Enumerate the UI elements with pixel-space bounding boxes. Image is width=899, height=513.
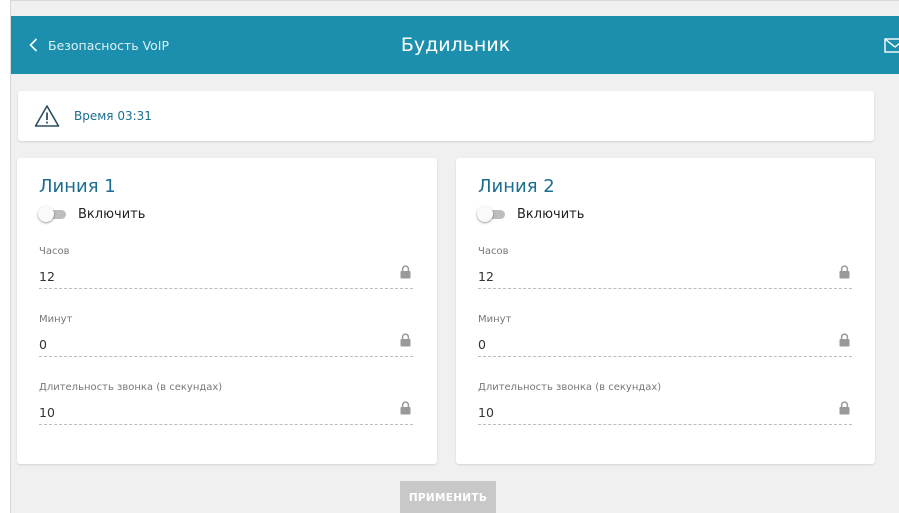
apply-button[interactable]: ПРИМЕНИТЬ (400, 481, 496, 513)
enable-toggle[interactable]: Включить (38, 206, 145, 222)
line-1-card: Линия 1 Включить Часов 12 Минут 0 Длител… (17, 158, 437, 464)
toggle-knob (38, 206, 54, 222)
toggle-switch[interactable] (38, 206, 68, 222)
duration-input[interactable]: 10 (39, 401, 413, 425)
minutes-value: 0 (478, 337, 486, 352)
duration-value: 10 (39, 405, 55, 420)
line-2-card: Линия 2 Включить Часов 12 Минут 0 Длител… (456, 158, 875, 464)
minutes-label: Минут (39, 314, 73, 325)
hours-field: Часов 12 (39, 246, 413, 289)
toggle-label: Включить (517, 206, 585, 222)
hours-label: Часов (39, 246, 70, 257)
time-alert: Время 03:31 (18, 91, 874, 141)
duration-value: 10 (478, 405, 494, 420)
minutes-label: Минут (478, 314, 512, 325)
duration-field: Длительность звонка (в секундах) 10 (39, 382, 413, 425)
hours-label: Часов (478, 246, 509, 257)
duration-label: Длительность звонка (в секундах) (39, 382, 223, 393)
toggle-label: Включить (78, 206, 146, 222)
hours-input[interactable]: 12 (478, 265, 852, 289)
top-bar: Безопасность VoIP Будильник (11, 16, 899, 74)
minutes-value: 0 (39, 337, 47, 352)
mail-icon[interactable] (884, 38, 899, 53)
lock-icon (839, 401, 850, 415)
lock-icon (400, 333, 411, 347)
lock-icon (839, 333, 850, 347)
enable-toggle[interactable]: Включить (477, 206, 584, 222)
toggle-switch[interactable] (477, 206, 507, 222)
card-title: Линия 2 (478, 176, 555, 197)
hours-input[interactable]: 12 (39, 265, 413, 289)
duration-input[interactable]: 10 (478, 401, 852, 425)
lock-icon (839, 265, 850, 279)
toggle-knob (477, 206, 493, 222)
duration-label: Длительность звонка (в секундах) (478, 382, 662, 393)
hours-value: 12 (39, 269, 55, 284)
alert-text: Время 03:31 (74, 109, 152, 123)
minutes-input[interactable]: 0 (478, 333, 852, 357)
page-title: Будильник (400, 34, 511, 56)
warning-icon (34, 105, 60, 127)
minutes-field: Минут 0 (39, 314, 413, 357)
minutes-input[interactable]: 0 (39, 333, 413, 357)
minutes-field: Минут 0 (478, 314, 852, 357)
hours-value: 12 (478, 269, 494, 284)
card-title: Линия 1 (39, 176, 116, 197)
lock-icon (400, 401, 411, 415)
lock-icon (400, 265, 411, 279)
hours-field: Часов 12 (478, 246, 852, 289)
duration-field: Длительность звонка (в секундах) 10 (478, 382, 852, 425)
app-frame: Безопасность VoIP Будильник Время 03:31 … (10, 0, 899, 513)
